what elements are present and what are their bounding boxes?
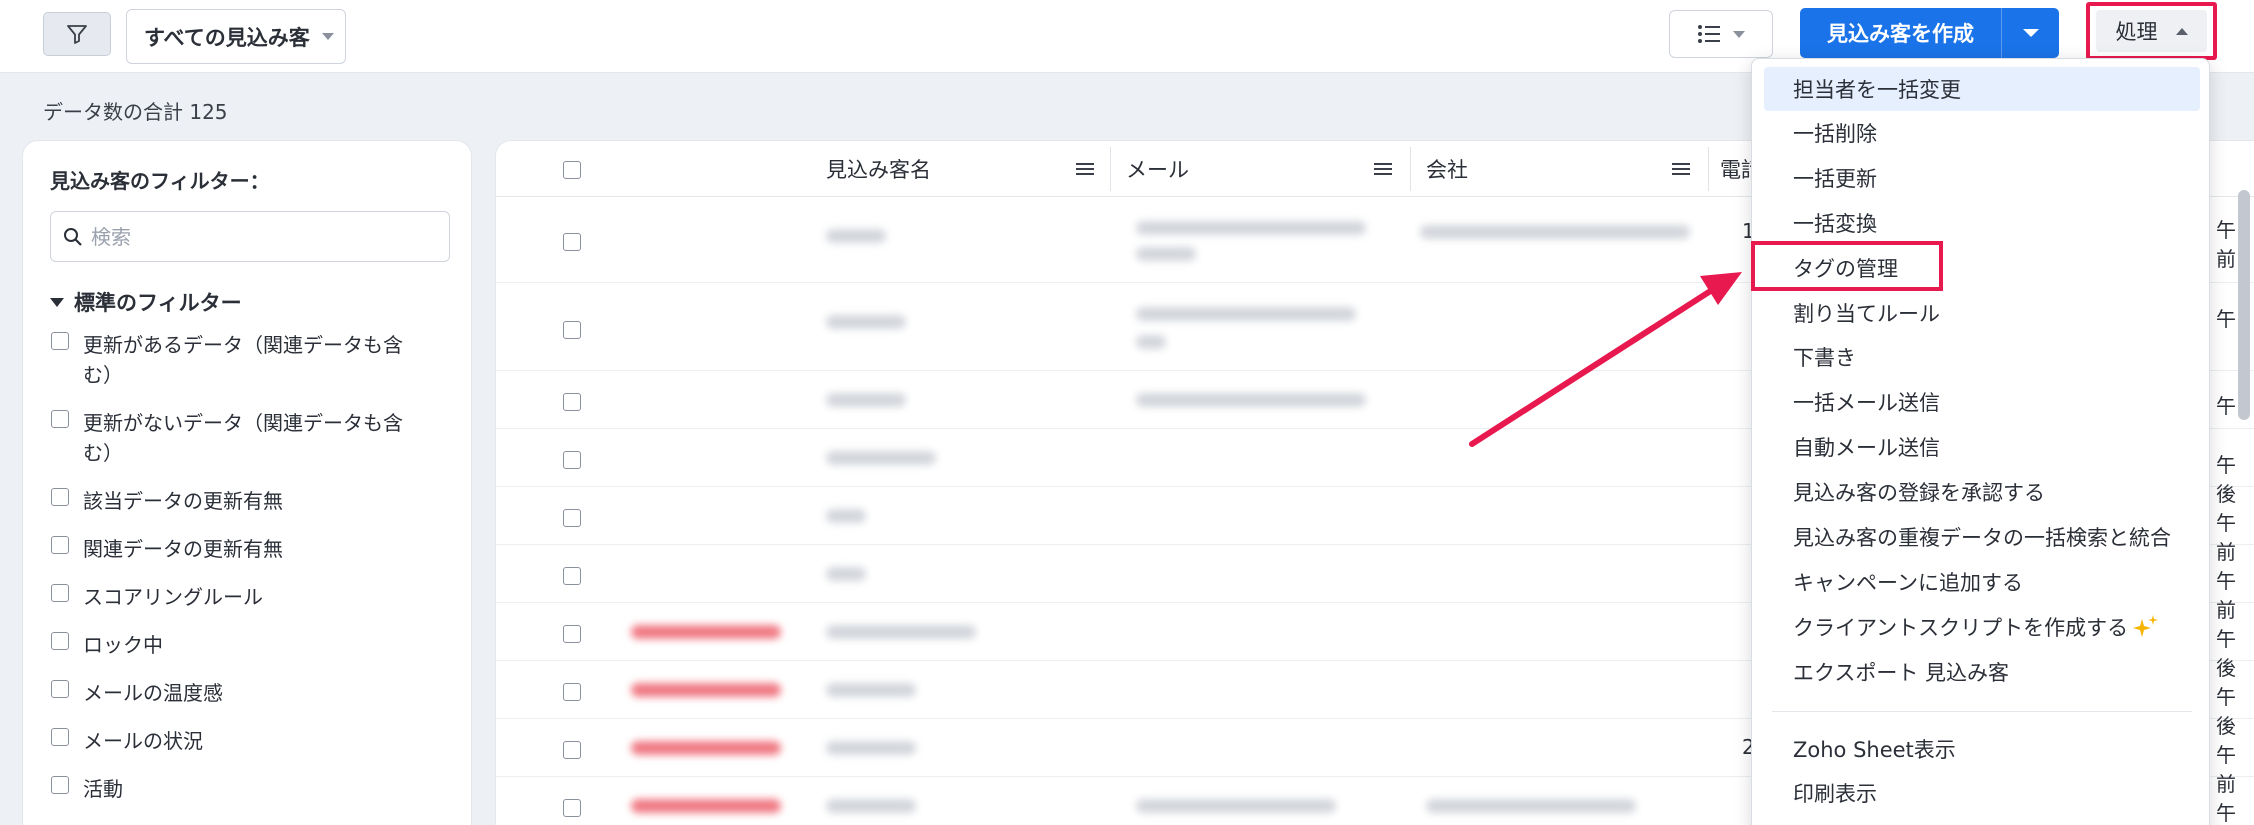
annotation-arrow-icon <box>1469 272 1742 447</box>
